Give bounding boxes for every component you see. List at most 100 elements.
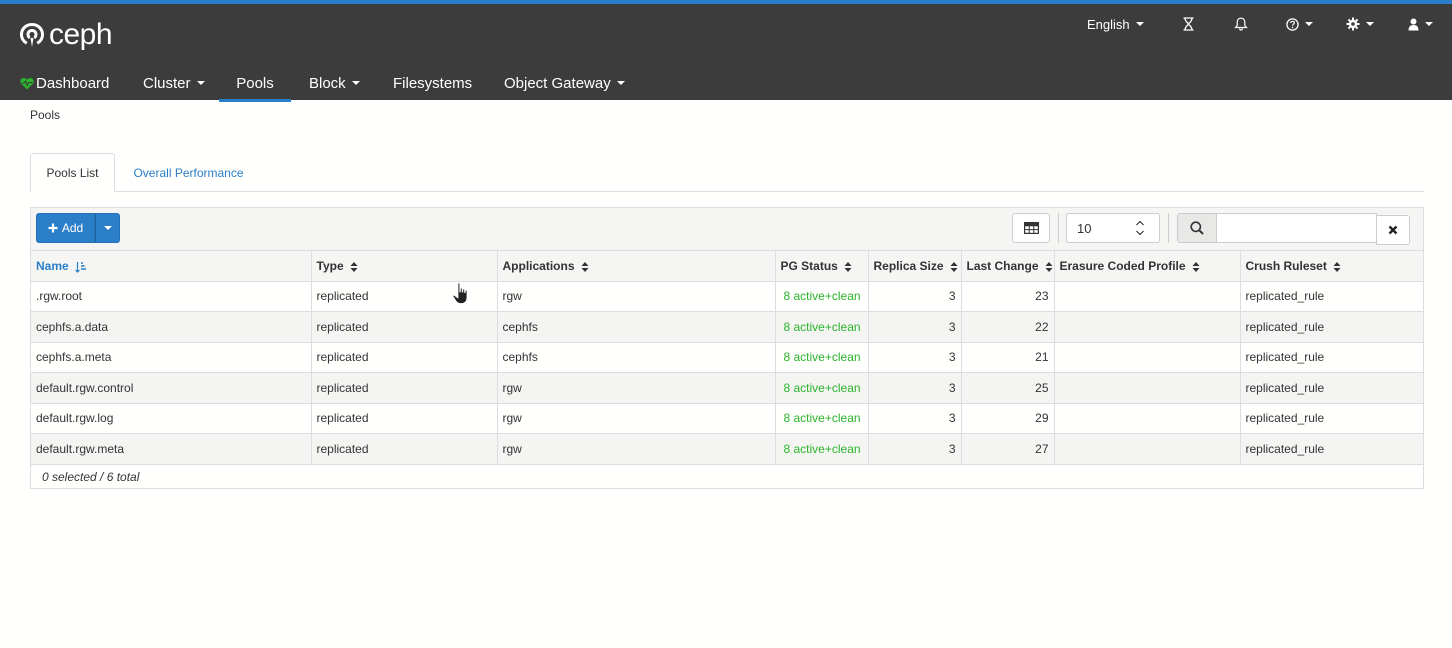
column-header-label: PG Status bbox=[780, 258, 838, 273]
table-footer-count: 0 selected / 6 total bbox=[42, 469, 140, 484]
column-header-replica-size[interactable]: Replica Size bbox=[868, 251, 962, 282]
table-row[interactable]: default.rgw.log replicated rgw 8 active+… bbox=[31, 403, 1423, 434]
cell-crush-ruleset: replicated_rule bbox=[1240, 433, 1423, 465]
task-queue-button[interactable] bbox=[1182, 12, 1195, 36]
cell-pg-status: 8 active+clean bbox=[775, 281, 869, 312]
cell-applications: rgw bbox=[497, 433, 776, 465]
table-row[interactable]: cephfs.a.meta replicated cephfs 8 active… bbox=[31, 342, 1423, 373]
column-header-label: Last Change bbox=[966, 258, 1039, 273]
rows-per-page-input[interactable]: 10 bbox=[1066, 213, 1160, 243]
chevron-down-icon bbox=[1425, 22, 1433, 26]
column-header-pg-status[interactable]: PG Status bbox=[775, 251, 869, 282]
cell-type: replicated bbox=[311, 403, 498, 434]
top-navbar: ceph English Dashboard Cluster Pools Blo… bbox=[0, 0, 1452, 102]
search-icon bbox=[1190, 221, 1204, 235]
cell-erasure-coded-profile bbox=[1054, 372, 1241, 404]
logo-text: ceph bbox=[49, 18, 113, 51]
rows-per-page-value: 10 bbox=[1077, 220, 1092, 236]
chevron-down-icon bbox=[1366, 22, 1374, 26]
user-menu[interactable] bbox=[1408, 12, 1433, 36]
table-columns-icon bbox=[1023, 222, 1039, 234]
toolbar-divider bbox=[1168, 213, 1169, 243]
search-input[interactable] bbox=[1216, 213, 1377, 243]
cell-erasure-coded-profile bbox=[1054, 342, 1241, 373]
nav-item-filesystems[interactable]: Filesystems bbox=[393, 62, 472, 104]
table-row[interactable]: default.rgw.control replicated rgw 8 act… bbox=[31, 372, 1423, 404]
nav-label: Object Gateway bbox=[504, 74, 611, 92]
cell-last-change: 21 bbox=[961, 342, 1055, 373]
settings-menu[interactable] bbox=[1346, 12, 1374, 36]
close-icon bbox=[1388, 225, 1398, 235]
tab-overall-performance[interactable]: Overall Performance bbox=[115, 153, 262, 192]
cell-last-change: 27 bbox=[961, 433, 1055, 465]
cell-erasure-coded-profile bbox=[1054, 433, 1241, 465]
sort-icon bbox=[950, 261, 958, 272]
column-header-label: Type bbox=[316, 258, 344, 273]
search-addon bbox=[1177, 213, 1217, 243]
nav-label: Block bbox=[309, 74, 346, 92]
cell-pg-status: 8 active+clean bbox=[775, 433, 869, 465]
tab-pools-list[interactable]: Pools List bbox=[30, 153, 115, 192]
ceph-logo[interactable]: ceph bbox=[18, 18, 113, 52]
add-dropdown-toggle[interactable] bbox=[95, 213, 120, 243]
cell-replica-size: 3 bbox=[868, 311, 962, 343]
nav-item-block[interactable]: Block bbox=[309, 62, 360, 104]
nav-item-pools[interactable]: Pools bbox=[219, 62, 291, 104]
column-header-last-change[interactable]: Last Change bbox=[961, 251, 1055, 282]
chevron-down-icon bbox=[616, 81, 625, 85]
cell-applications: rgw bbox=[497, 372, 776, 404]
column-header-applications[interactable]: Applications bbox=[497, 251, 776, 282]
table-toolbar: Add 10 bbox=[31, 208, 1423, 251]
pools-table: Name Type Applications PG Status Replica… bbox=[31, 251, 1423, 465]
gear-icon bbox=[1346, 17, 1360, 31]
sort-icon bbox=[350, 261, 358, 272]
add-button-label: Add bbox=[61, 221, 84, 235]
cell-name: cephfs.a.meta bbox=[31, 342, 312, 373]
help-menu[interactable] bbox=[1286, 12, 1313, 36]
cell-pg-status: 8 active+clean bbox=[775, 311, 869, 343]
cell-pg-status: 8 active+clean bbox=[775, 342, 869, 373]
sort-icon bbox=[1192, 261, 1200, 272]
cell-replica-size: 3 bbox=[868, 372, 962, 404]
cell-replica-size: 3 bbox=[868, 403, 962, 434]
sort-icon bbox=[581, 261, 589, 272]
language-selector[interactable]: English bbox=[1087, 12, 1144, 36]
table-row[interactable]: default.rgw.meta replicated rgw 8 active… bbox=[31, 433, 1423, 465]
spinner-arrows-icon[interactable] bbox=[1133, 218, 1147, 238]
chevron-down-icon bbox=[1135, 22, 1144, 26]
column-header-name[interactable]: Name bbox=[31, 251, 312, 282]
column-header-erasure-coded-profile[interactable]: Erasure Coded Profile bbox=[1054, 251, 1241, 282]
table-row[interactable]: .rgw.root replicated rgw 8 active+clean … bbox=[31, 281, 1423, 312]
cell-last-change: 22 bbox=[961, 311, 1055, 343]
column-header-crush-ruleset[interactable]: Crush Ruleset bbox=[1240, 251, 1423, 282]
column-header-label: Crush Ruleset bbox=[1245, 258, 1327, 273]
add-button[interactable]: Add bbox=[36, 213, 95, 243]
notifications-button[interactable] bbox=[1234, 12, 1248, 36]
cell-erasure-coded-profile bbox=[1054, 281, 1241, 312]
user-icon bbox=[1408, 18, 1419, 30]
cell-name: default.rgw.log bbox=[31, 403, 312, 434]
cell-type: replicated bbox=[311, 342, 498, 373]
tab-bar: Pools List Overall Performance bbox=[30, 153, 1424, 192]
cell-replica-size: 3 bbox=[868, 433, 962, 465]
tab-label: Pools List bbox=[46, 165, 99, 180]
column-header-type[interactable]: Type bbox=[311, 251, 498, 282]
cell-applications: cephfs bbox=[497, 342, 776, 373]
clear-search-button[interactable] bbox=[1376, 215, 1410, 245]
nav-item-dashboard[interactable]: Dashboard bbox=[20, 62, 109, 104]
column-header-label: Replica Size bbox=[873, 258, 944, 273]
help-icon bbox=[1286, 17, 1299, 31]
cell-crush-ruleset: replicated_rule bbox=[1240, 311, 1423, 343]
nav-item-cluster[interactable]: Cluster bbox=[143, 62, 205, 104]
plus-icon bbox=[48, 223, 58, 233]
table-row[interactable]: cephfs.a.data replicated cephfs 8 active… bbox=[31, 311, 1423, 343]
sort-icon bbox=[1333, 261, 1341, 272]
hourglass-icon bbox=[1183, 17, 1194, 31]
nav-label: Cluster bbox=[143, 74, 191, 92]
nav-label: Dashboard bbox=[36, 74, 110, 92]
cell-type: replicated bbox=[311, 311, 498, 343]
nav-item-object-gateway[interactable]: Object Gateway bbox=[504, 62, 625, 104]
cell-name: cephfs.a.data bbox=[31, 311, 312, 343]
column-toggle-button[interactable] bbox=[1012, 213, 1050, 243]
cell-pg-status: 8 active+clean bbox=[775, 403, 869, 434]
